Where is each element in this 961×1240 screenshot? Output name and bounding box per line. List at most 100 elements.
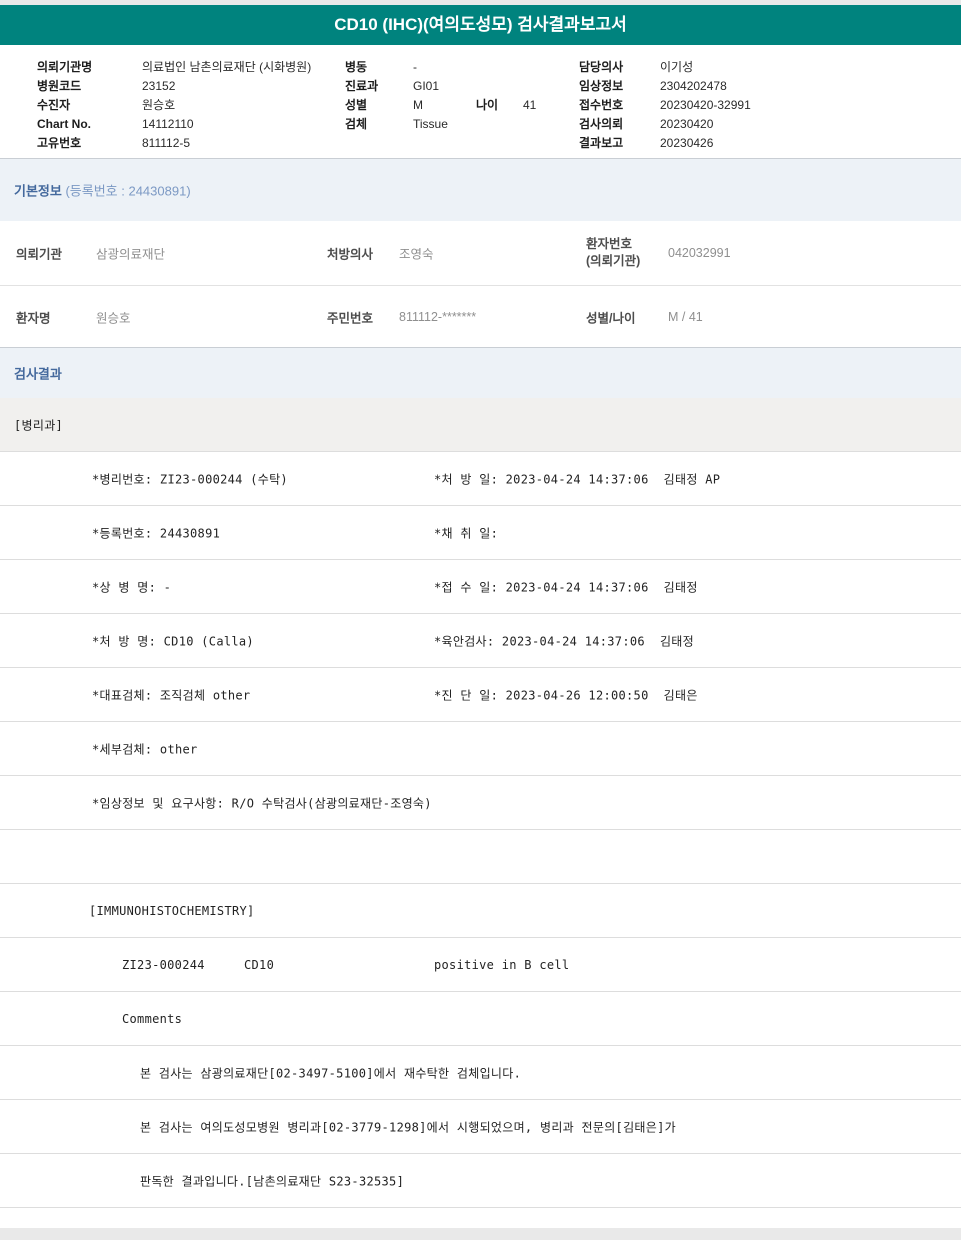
report-text: *육안검사: 2023-04-24 14:37:06 김태정 — [434, 634, 694, 648]
field-referrer-label: 의뢰기관 — [16, 247, 63, 262]
report-row-pathology-number: *병리번호: ZI23-000244 (수탁) *처 방 일: 2023-04-… — [0, 452, 961, 506]
id-header-middle-column: 병동 - 진료과 GI01 성별 M 나이 41 검체 Tissue — [345, 58, 536, 134]
field-resident-id-value: 811112-******* — [399, 309, 477, 324]
id-field-specimen: 검체 Tissue — [345, 115, 536, 134]
report-text: *임상정보 및 요구사항: R/O 수탁검사(삼광의료재단-조영숙) — [92, 796, 432, 810]
report-text: positive in B cell — [434, 957, 570, 972]
field-patient-number-value: 042032991 — [668, 246, 731, 260]
field-value: 20230420 — [660, 117, 714, 131]
field-patient-number-label: 환자번호 (의뢰기관) — [586, 236, 640, 270]
field-value: 20230420-32991 — [660, 98, 751, 112]
field-label: 의뢰기관명 — [37, 60, 93, 74]
field-value: - — [413, 60, 417, 74]
basic-info-section-bar: 기본정보 (등록번호 : 24430891) — [0, 158, 961, 221]
id-field-accession-number: 접수번호 20230420-32991 — [579, 96, 751, 115]
id-header-left-column: 의뢰기관명 의료법인 남촌의료재단 (시화병원) 병원코드 23152 수진자 원승호… — [37, 58, 311, 153]
id-field-clinical-info: 임상정보 2304202478 — [579, 77, 751, 96]
id-header-right-column: 담당의사 이기성 임상정보 2304202478 접수번호 20230420-3299… — [579, 58, 751, 153]
section-title: 검사결과 — [14, 366, 62, 382]
field-value: 23152 — [142, 79, 176, 93]
results-section-heading: 검사결과 — [14, 364, 62, 383]
field-patient-number-label-line1: 환자번호 — [586, 237, 633, 252]
report-row-immunohistochemistry-header: [IMMUNOHISTOCHEMISTRY] — [0, 884, 961, 938]
field-value: M — [413, 98, 423, 112]
report-text: *등록번호: 24430891 — [92, 526, 221, 540]
report-page: CD10 (IHC)(여의도성모) 검사결과보고서 의뢰기관명 의료법인 남촌의료… — [0, 0, 961, 1240]
results-section-bar: 검사결과 — [0, 347, 961, 398]
field-label: Chart No. — [37, 117, 91, 131]
report-row-comment-1: 본 검사는 삼광의료재단[02-3497-5100]에서 재수탁한 검체입니다. — [0, 1046, 961, 1100]
report-text: *상 병 명: - — [92, 580, 172, 594]
field-prescribing-doctor-label: 처방의사 — [327, 247, 374, 262]
field-label: 고유번호 — [37, 136, 82, 150]
field-patient-number-label-line2: (의뢰기관) — [586, 254, 641, 268]
page-bottom-strip — [0, 1228, 961, 1240]
basic-info-row-1: 의뢰기관 삼광의료재단 처방의사 조영숙 환자번호 (의뢰기관) 04203299… — [0, 221, 961, 286]
field-label: 진료과 — [345, 79, 379, 93]
registration-number: (등록번호 : 24430891) — [65, 183, 191, 199]
report-row-stain-result: ZI23-000244 CD10 positive in B cell — [0, 938, 961, 992]
report-text: 본 검사는 여의도성모병원 병리과[02-3779-1298]에서 시행되었으며… — [140, 1120, 676, 1134]
field-label: 성별 — [345, 98, 368, 112]
field-value: Tissue — [413, 117, 448, 131]
id-field-examinee: 수진자 원승호 — [37, 96, 311, 115]
department-name: [병리과] — [14, 418, 64, 432]
report-text: *세부검체: other — [92, 742, 198, 756]
id-field-sex-and-age: 성별 M 나이 41 — [345, 96, 536, 115]
field-prescribing-doctor-value: 조영숙 — [399, 247, 434, 262]
field-label: 병원코드 — [37, 79, 82, 93]
id-field-ward: 병동 - — [345, 58, 536, 77]
report-title: CD10 (IHC)(여의도성모) 검사결과보고서 — [334, 15, 627, 34]
report-row-order-name: *처 방 명: CD10 (Calla) *육안검사: 2023-04-24 1… — [0, 614, 961, 668]
field-patient-name-label: 환자명 — [16, 311, 51, 325]
report-row-sub-specimen: *세부검체: other — [0, 722, 961, 776]
age-value: 41 — [523, 98, 537, 112]
report-text: *처 방 일: 2023-04-24 14:37:06 김태정 AP — [434, 472, 721, 486]
field-label: 수진자 — [37, 98, 71, 112]
field-value: 14112110 — [142, 117, 194, 131]
report-row-comment-3: 판독한 결과입니다.[남촌의료재단 S23-32535] — [0, 1154, 961, 1208]
report-text: ZI23-000244 — [122, 957, 205, 972]
report-row-comment-2: 본 검사는 여의도성모병원 병리과[02-3779-1298]에서 시행되었으며… — [0, 1100, 961, 1154]
id-field-request-date: 검사의뢰 20230420 — [579, 115, 751, 134]
id-field-attending-doctor: 담당의사 이기성 — [579, 58, 751, 77]
section-title: 기본정보 — [14, 183, 62, 199]
report-row-empty — [0, 830, 961, 884]
field-sex-age-value: M / 41 — [668, 309, 703, 324]
basic-info-row-2: 환자명 원승호 주민번호 811112-******* 성별/나이 M / 41 — [0, 286, 961, 347]
report-text: *접 수 일: 2023-04-24 14:37:06 김태정 — [434, 580, 698, 594]
id-field-hospital-code: 병원코드 23152 — [37, 77, 311, 96]
field-label: 임상정보 — [579, 79, 624, 93]
field-label: 검사의뢰 — [579, 117, 624, 131]
id-field-chart-no: Chart No. 14112110 — [37, 115, 311, 134]
age-label: 나이 — [476, 98, 499, 112]
field-label: 결과보고 — [579, 136, 624, 150]
patient-id-header: 의뢰기관명 의료법인 남촌의료재단 (시화병원) 병원코드 23152 수진자 원승호… — [0, 45, 961, 158]
field-value: 811112-5 — [142, 136, 191, 150]
field-value: 이기성 — [660, 60, 694, 74]
field-sex-age-label: 성별/나이 — [586, 311, 636, 325]
field-value: 원승호 — [142, 98, 176, 112]
field-resident-id-label: 주민번호 — [327, 311, 374, 325]
field-patient-name-value: 원승호 — [96, 311, 131, 325]
report-row-registration-number: *등록번호: 24430891 *채 취 일: — [0, 506, 961, 560]
report-text: *채 취 일: — [434, 526, 499, 540]
report-text: CD10 — [244, 957, 275, 972]
report-text: *처 방 명: CD10 (Calla) — [92, 634, 254, 648]
report-text: 본 검사는 삼광의료재단[02-3497-5100]에서 재수탁한 검체입니다. — [140, 1066, 522, 1080]
field-label: 병동 — [345, 60, 368, 74]
report-row-clinical-info: *임상정보 및 요구사항: R/O 수탁검사(삼광의료재단-조영숙) — [0, 776, 961, 830]
report-row-main-specimen: *대표검체: 조직검체 other *진 단 일: 2023-04-26 12:… — [0, 668, 961, 722]
id-field-unique-number: 고유번호 811112-5 — [37, 134, 311, 153]
department-row: [병리과] — [0, 398, 961, 452]
report-title-bar: CD10 (IHC)(여의도성모) 검사결과보고서 — [0, 5, 961, 45]
field-label: 담당의사 — [579, 60, 624, 74]
pathology-report: [병리과] *병리번호: ZI23-000244 (수탁) *처 방 일: 20… — [0, 398, 961, 1208]
report-text: Comments — [122, 1011, 183, 1026]
field-referrer-value: 삼광의료재단 — [96, 247, 166, 262]
field-label: 접수번호 — [579, 98, 624, 112]
field-value: 20230426 — [660, 136, 714, 150]
id-field-department: 진료과 GI01 — [345, 77, 536, 96]
report-text: *병리번호: ZI23-000244 (수탁) — [92, 472, 288, 486]
report-text: 판독한 결과입니다.[남촌의료재단 S23-32535] — [140, 1174, 405, 1188]
